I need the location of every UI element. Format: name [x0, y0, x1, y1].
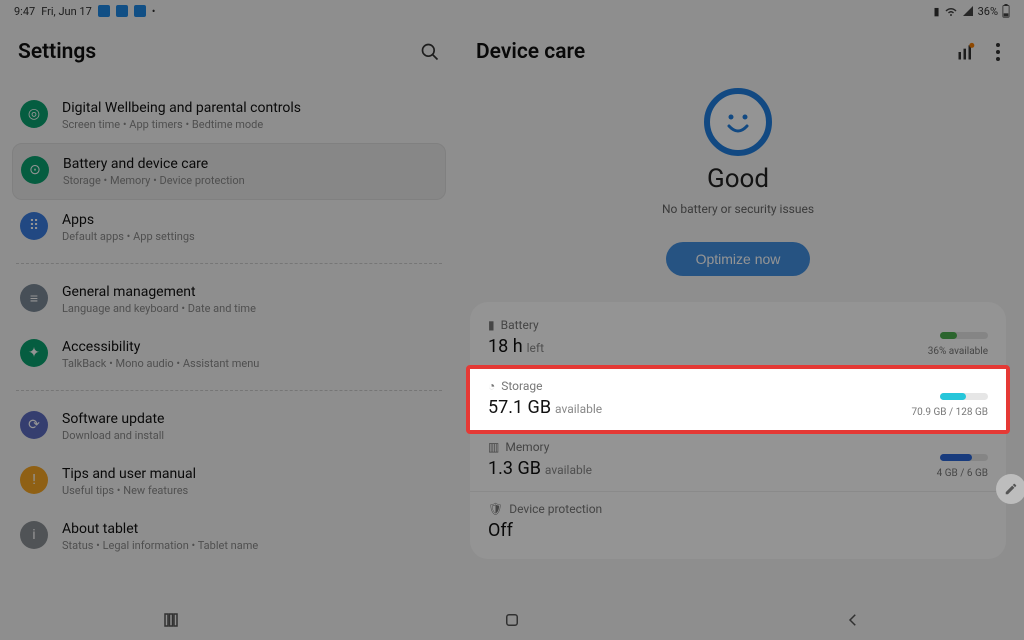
device-care-card: ▮ Battery 18 h left 36% available ◔ Storage… — [470, 302, 1006, 559]
item-title: Apps — [62, 212, 195, 228]
row-value: Off — [488, 520, 513, 541]
cell-icon — [962, 5, 974, 17]
item-sub: Download and install — [62, 429, 164, 442]
search-icon[interactable] — [420, 42, 440, 62]
storage-icon: ◔ — [488, 379, 495, 393]
update-icon: ⟳ — [20, 411, 48, 439]
row-value: 18 h — [488, 336, 523, 357]
shield-icon: 🛡 — [488, 502, 503, 516]
row-unit: left — [527, 341, 544, 355]
item-title: About tablet — [62, 521, 258, 537]
memory-icon: ▥ — [488, 440, 499, 454]
status-more-icon: • — [152, 5, 156, 18]
nav-home-icon[interactable] — [503, 611, 521, 629]
item-sub: TalkBack • Mono audio • Assistant menu — [62, 357, 259, 370]
battery-icon: ▮ — [488, 318, 495, 332]
memory-bar — [940, 454, 988, 461]
apps-icon: ⠿ — [20, 212, 48, 240]
storage-row[interactable]: ◔ Storage 57.1 GB available 70.9 GB / 128 … — [470, 369, 1006, 430]
storage-available: 70.9 GB / 128 GB — [912, 407, 989, 418]
device-care-icon: ⊙ — [21, 156, 49, 184]
item-title: Battery and device care — [63, 156, 245, 172]
about-icon: i — [20, 521, 48, 549]
storage-bar — [940, 393, 988, 400]
row-value: 57.1 GB — [488, 397, 551, 418]
row-label: Storage — [501, 379, 542, 393]
settings-item-tips[interactable]: ! Tips and user manual Useful tips • New … — [12, 454, 446, 509]
memory-available: 4 GB / 6 GB — [937, 468, 988, 479]
status-smiley-icon — [704, 88, 772, 156]
settings-item-apps[interactable]: ⠿ Apps Default apps • App settings — [12, 200, 446, 255]
battery-row[interactable]: ▮ Battery 18 h left 36% available — [470, 308, 1006, 369]
item-title: Digital Wellbeing and parental controls — [62, 100, 301, 116]
device-care-title: Device care — [476, 40, 585, 64]
row-label: Battery — [501, 318, 539, 332]
optimize-now-button[interactable]: Optimize now — [666, 242, 811, 276]
edit-fab[interactable] — [996, 474, 1024, 504]
nav-recent-icon[interactable] — [162, 611, 180, 629]
status-app-icon — [116, 5, 128, 17]
device-status-sub: No battery or security issues — [662, 202, 814, 216]
signal-icon: ▮ — [934, 5, 940, 18]
settings-title: Settings — [18, 40, 96, 64]
settings-item-general[interactable]: ≡ General management Language and keyboar… — [12, 272, 446, 327]
device-protection-row[interactable]: 🛡 Device protection Off — [470, 491, 1006, 553]
divider — [16, 263, 442, 264]
tips-icon: ! — [20, 466, 48, 494]
accessibility-icon: ✦ — [20, 339, 48, 367]
more-icon[interactable] — [996, 43, 1000, 61]
item-sub: Storage • Memory • Device protection — [63, 174, 245, 187]
settings-item-device-care[interactable]: ⊙ Battery and device care Storage • Memor… — [12, 143, 446, 200]
navigation-bar — [0, 600, 1024, 640]
battery-pct: 36% — [978, 5, 998, 18]
settings-item-about[interactable]: i About tablet Status • Legal information… — [12, 509, 446, 564]
general-icon: ≡ — [20, 284, 48, 312]
status-app-icon — [134, 5, 146, 17]
stats-icon[interactable] — [956, 42, 976, 62]
item-title: Tips and user manual — [62, 466, 196, 482]
device-status-word: Good — [707, 164, 769, 194]
item-sub: Language and keyboard • Date and time — [62, 302, 256, 315]
battery-icon — [1002, 4, 1010, 18]
item-sub: Screen time • App timers • Bedtime mode — [62, 118, 301, 131]
item-sub: Default apps • App settings — [62, 230, 195, 243]
settings-item-digital-wellbeing[interactable]: ◎ Digital Wellbeing and parental control… — [12, 88, 446, 143]
item-title: Software update — [62, 411, 164, 427]
item-sub: Useful tips • New features — [62, 484, 196, 497]
memory-row[interactable]: ▥ Memory 1.3 GB available 4 GB / 6 GB — [470, 430, 1006, 491]
item-title: General management — [62, 284, 256, 300]
wifi-icon — [944, 5, 958, 17]
status-bar: 9:47 Fri, Jun 17 • ▮ 36% — [0, 0, 1024, 22]
row-unit: available — [545, 463, 592, 477]
device-care-pane: Device care Good No battery or security … — [458, 22, 1024, 600]
status-date: Fri, Jun 17 — [41, 5, 92, 18]
item-title: Accessibility — [62, 339, 259, 355]
row-label: Memory — [505, 440, 549, 454]
nav-back-icon[interactable] — [844, 611, 862, 629]
battery-available: 36% available — [928, 346, 988, 357]
row-value: 1.3 GB — [488, 458, 541, 479]
settings-item-software-update[interactable]: ⟳ Software update Download and install — [12, 399, 446, 454]
settings-left-pane: Settings ◎ Digital Wellbeing and parenta… — [0, 22, 458, 600]
wellbeing-icon: ◎ — [20, 100, 48, 128]
divider — [16, 390, 442, 391]
item-sub: Status • Legal information • Tablet name — [62, 539, 258, 552]
status-time: 9:47 — [14, 5, 35, 18]
row-label: Device protection — [509, 502, 602, 516]
status-app-icon — [98, 5, 110, 17]
battery-bar — [940, 332, 988, 339]
row-unit: available — [555, 402, 602, 416]
settings-item-accessibility[interactable]: ✦ Accessibility TalkBack • Mono audio • A… — [12, 327, 446, 382]
